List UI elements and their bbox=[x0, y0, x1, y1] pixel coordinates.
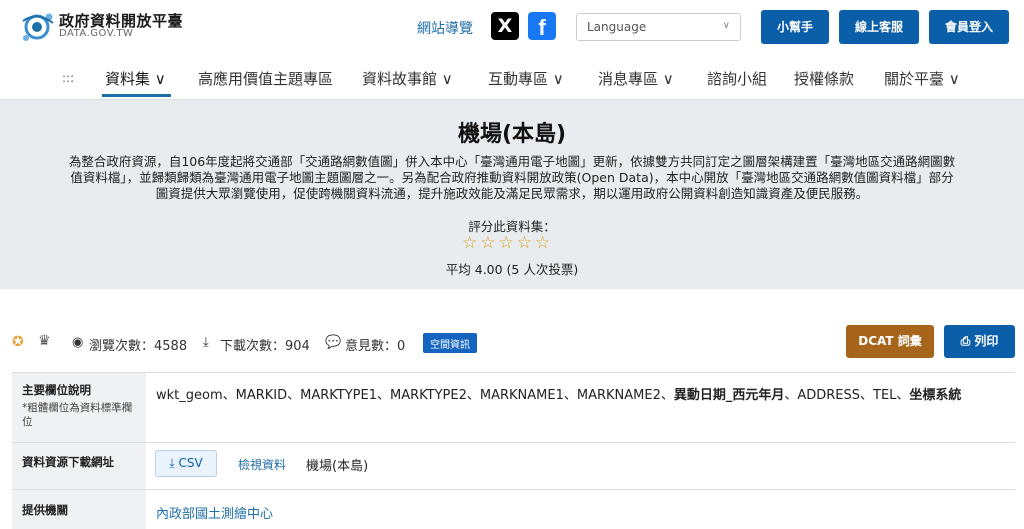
dataset-hero: 機場(本島) 為整合政府資源，自106年度起將交通部「交通路網數值圖」併入本中心… bbox=[0, 100, 1024, 289]
comment-count: 意見數：0 bbox=[345, 339, 406, 354]
nav-item-news[interactable]: 消息專區 ∨ bbox=[598, 68, 674, 89]
fields-note: *粗體欄位為資料標準欄位 bbox=[22, 402, 133, 428]
nav-item-interactive[interactable]: 互動專區 ∨ bbox=[488, 68, 564, 89]
x-social-icon[interactable]: X bbox=[491, 12, 519, 40]
fields-label: 主要欄位說明 *粗體欄位為資料標準欄位 bbox=[12, 373, 146, 442]
nav-item-advisory[interactable]: 諮詢小組 bbox=[707, 68, 767, 89]
resource-name: 機場(本島) bbox=[306, 459, 369, 474]
nav-item-data-stories[interactable]: 資料故事館 ∨ bbox=[362, 68, 453, 89]
view-count: 瀏覽次數：4588 bbox=[89, 339, 188, 354]
fields-plain-1: wkt_geom、MARKID、MARKTYPE1、MARKTYPE2、MARK… bbox=[156, 388, 674, 403]
provider-link[interactable]: 內政部國土測繪中心 bbox=[156, 503, 273, 522]
table-row: 提供機關 內政部國土測繪中心 bbox=[12, 490, 1015, 529]
print-button[interactable]: ⎙ 列印 bbox=[944, 325, 1015, 358]
fields-plain-2: 、ADDRESS、TEL、 bbox=[784, 388, 910, 403]
data-gov-logo-icon[interactable] bbox=[20, 9, 56, 45]
language-select[interactable]: Language ∨ bbox=[576, 13, 741, 41]
nav-item-datasets[interactable]: 資料集 ∨ bbox=[105, 68, 166, 89]
dataset-title: 機場(本島) bbox=[457, 122, 567, 147]
fields-bold-1: 異動日期_西元年月 bbox=[673, 388, 785, 403]
medal-icon: ✪ bbox=[12, 334, 24, 350]
download-count: 下載次數：904 bbox=[220, 339, 310, 354]
menu-grid-icon[interactable]: ::: bbox=[62, 71, 74, 85]
csv-download-button[interactable]: ⤓ CSV bbox=[155, 450, 217, 477]
fields-value: wkt_geom、MARKID、MARKTYPE1、MARKTYPE2、MARK… bbox=[156, 384, 961, 403]
fields-bold-2: 坐標系統 bbox=[909, 388, 962, 403]
nav-item-about[interactable]: 關於平臺 ∨ bbox=[884, 68, 960, 89]
rating-average: 平均 4.00 (5 人次投票) bbox=[445, 262, 579, 277]
download-icon: ⤓ bbox=[203, 335, 209, 350]
category-tag[interactable]: 空間資訊 bbox=[423, 333, 477, 353]
download-url-label: 資料資源下載網址 bbox=[12, 443, 146, 489]
printer-icon: ⎙ bbox=[960, 334, 975, 348]
site-subtitle: DATA.GOV.TW bbox=[59, 28, 134, 39]
print-label: 列印 bbox=[974, 334, 999, 348]
provider-label: 提供機關 bbox=[12, 490, 146, 529]
csv-label: CSV bbox=[178, 456, 203, 470]
language-placeholder: Language bbox=[587, 20, 647, 34]
fields-label-text: 主要欄位說明 bbox=[22, 383, 91, 397]
table-row: 資料資源下載網址 ⤓ CSV 檢視資料 機場(本島) bbox=[12, 443, 1015, 490]
view-data-link[interactable]: 檢視資料 bbox=[238, 456, 286, 473]
nav-item-license[interactable]: 授權條款 bbox=[794, 68, 854, 89]
facebook-social-icon[interactable]: f bbox=[528, 12, 556, 40]
top-header: 政府資料開放平臺 DATA.GOV.TW 網站導覽 X f Language ∨… bbox=[0, 0, 1024, 54]
table-row: 主要欄位說明 *粗體欄位為資料標準欄位 wkt_geom、MARKID、MARK… bbox=[12, 373, 1015, 443]
dcat-vocab-button[interactable]: DCAT 詞彙 bbox=[846, 325, 934, 358]
dataset-description: 為整合政府資源，自106年度起將交通部「交通路網數值圖」併入本中心「臺灣通用電子… bbox=[68, 154, 956, 201]
sitemap-link[interactable]: 網站導覽 bbox=[417, 18, 473, 38]
member-login-button[interactable]: 會員登入 bbox=[929, 10, 1009, 44]
rating-stars[interactable]: ☆☆☆☆☆ bbox=[462, 233, 553, 253]
dataset-info-table: 主要欄位說明 *粗體欄位為資料標準欄位 wkt_geom、MARKID、MARK… bbox=[12, 372, 1015, 529]
helper-button[interactable]: 小幫手 bbox=[761, 10, 829, 44]
online-service-button[interactable]: 線上客服 bbox=[839, 10, 919, 44]
nav-item-high-value[interactable]: 高應用價值主題專區 bbox=[198, 68, 333, 89]
crown-icon: ♛ bbox=[38, 333, 51, 349]
active-tab-indicator bbox=[102, 94, 171, 97]
chevron-down-icon: ∨ bbox=[722, 20, 730, 31]
comment-icon: 💬 bbox=[325, 335, 342, 350]
eye-icon: ◉ bbox=[72, 335, 84, 350]
